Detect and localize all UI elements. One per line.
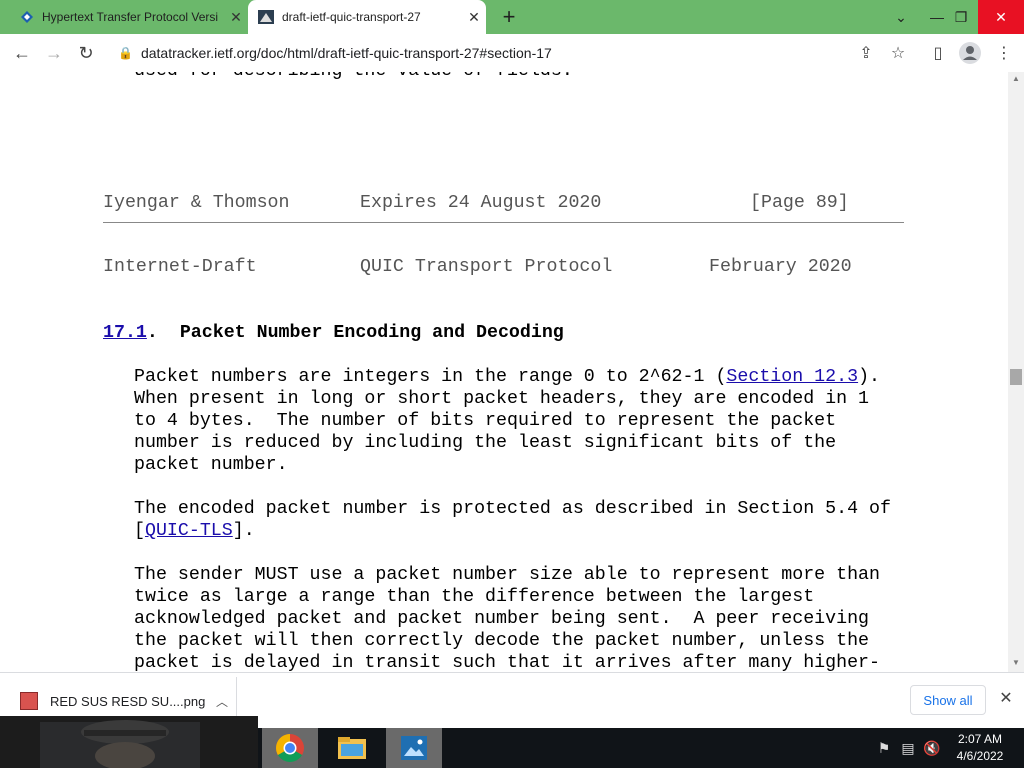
- back-arrow-icon[interactable]: ←: [8, 39, 36, 67]
- ietf-favicon-icon: [258, 10, 274, 24]
- document-viewport[interactable]: used for describing the value of fields.…: [0, 72, 1008, 672]
- page-footer-page-number: [Page 89]: [750, 193, 849, 213]
- section-heading: 17.1. Packet Number Encoding and Decodin…: [103, 323, 564, 343]
- url-text: datatracker.ietf.org/doc/html/draft-ietf…: [140, 45, 552, 61]
- paragraph-line: acknowledged packet and packet number be…: [134, 609, 870, 629]
- show-all-button[interactable]: Show all: [910, 685, 986, 715]
- scrollbar-thumb[interactable]: [1010, 369, 1022, 385]
- taskbar-file-explorer[interactable]: [324, 728, 380, 768]
- tab-title: Hypertext Transfer Protocol Versi: [42, 10, 219, 24]
- taskbar-photos[interactable]: [386, 728, 442, 768]
- chevron-up-icon[interactable]: ︿: [212, 693, 232, 710]
- forward-arrow-icon[interactable]: →: [40, 39, 68, 67]
- quic-tls-link[interactable]: QUIC-TLS: [145, 521, 233, 541]
- section-number-link[interactable]: 17.1: [103, 323, 147, 343]
- tab-http[interactable]: Hypertext Transfer Protocol Versi ✕: [0, 0, 248, 34]
- address-bar[interactable]: 🔒 datatracker.ietf.org/doc/html/draft-ie…: [108, 38, 916, 68]
- page-footer-left: Iyengar & Thomson: [103, 193, 290, 213]
- page-footer-expires: Expires 24 August 2020: [360, 193, 602, 213]
- page-header-left: Internet-Draft: [103, 257, 257, 277]
- download-file-name: RED SUS RESD SU....png: [50, 693, 206, 709]
- tab-title: draft-ietf-quic-transport-27: [282, 10, 421, 24]
- clock-time: 2:07 AM: [957, 732, 1003, 746]
- action-center-flag-icon[interactable]: ⚑: [874, 738, 894, 758]
- paragraph-line: packet number.: [134, 455, 288, 475]
- reload-icon[interactable]: ↻: [72, 39, 100, 67]
- tab-strip: Hypertext Transfer Protocol Versi ✕ draf…: [0, 0, 1024, 34]
- taskbar-clock[interactable]: 2:07 AM 4/6/2022: [946, 731, 1014, 765]
- tab-close-icon[interactable]: ✕: [224, 9, 248, 26]
- scroll-down-arrow-icon[interactable]: ▼: [1008, 656, 1024, 670]
- paragraph-line: The encoded packet number is protected a…: [134, 499, 891, 519]
- close-icon[interactable]: ✕: [996, 689, 1016, 709]
- share-icon[interactable]: ⇪: [852, 39, 880, 67]
- network-icon[interactable]: ▤: [898, 738, 918, 758]
- clock-date: 4/6/2022: [956, 749, 1004, 763]
- volume-muted-icon[interactable]: 🔇: [922, 738, 942, 758]
- download-item[interactable]: RED SUS RESD SU....png ︿: [10, 683, 232, 719]
- new-tab-button[interactable]: +: [496, 4, 522, 30]
- lock-icon[interactable]: 🔒: [118, 46, 133, 60]
- paragraph-line: [QUIC-TLS].: [134, 521, 255, 541]
- paragraph-line: Packet numbers are integers in the range…: [134, 367, 881, 387]
- section-title: Packet Number Encoding and Decoding: [179, 323, 564, 343]
- paragraph-line: the packet will then correctly decode th…: [134, 631, 870, 651]
- folder-icon: [338, 737, 366, 759]
- vertical-scrollbar[interactable]: ▲ ▼: [1008, 72, 1024, 672]
- paragraph-line: packet is delayed in transit such that i…: [134, 653, 880, 672]
- page-divider: [103, 222, 904, 223]
- tab-close-icon[interactable]: ✕: [462, 9, 486, 26]
- text-line: used for describing the value of fields.: [134, 72, 573, 82]
- window-close-button[interactable]: ✕: [978, 0, 1024, 34]
- menu-kebab-icon[interactable]: ⋮: [990, 39, 1018, 67]
- profile-avatar-icon[interactable]: [956, 39, 984, 67]
- tab-quic-transport[interactable]: draft-ietf-quic-transport-27 ✕: [248, 0, 486, 34]
- tab-search-chevron-icon[interactable]: ⌄: [884, 0, 918, 34]
- webcam-overlay-image: [0, 716, 258, 770]
- restore-button[interactable]: ❐: [944, 0, 978, 34]
- paragraph-line: to 4 bytes. The number of bits required …: [134, 411, 837, 431]
- chrome-icon: [276, 734, 304, 762]
- image-file-icon: [20, 692, 38, 710]
- paragraph-line: number is reduced by including the least…: [134, 433, 837, 453]
- scroll-up-arrow-icon[interactable]: ▲: [1008, 72, 1024, 86]
- paragraph-line: The sender MUST use a packet number size…: [134, 565, 880, 585]
- taskbar-chrome[interactable]: [262, 728, 318, 768]
- paragraph-line: When present in long or short packet hea…: [134, 389, 870, 409]
- paragraph-line: twice as large a range than the differen…: [134, 587, 815, 607]
- browser-toolbar: ← → ↻ 🔒 datatracker.ietf.org/doc/html/dr…: [0, 34, 1024, 73]
- side-panel-icon[interactable]: ▯: [924, 39, 952, 67]
- bookmark-star-icon[interactable]: ☆: [884, 39, 912, 67]
- section-12-3-link[interactable]: Section 12.3: [726, 367, 858, 387]
- page-header-title: QUIC Transport Protocol: [360, 257, 613, 277]
- datatracker-favicon-icon: [21, 11, 33, 23]
- page-header-date: February 2020: [709, 257, 852, 277]
- photos-icon: [401, 736, 427, 760]
